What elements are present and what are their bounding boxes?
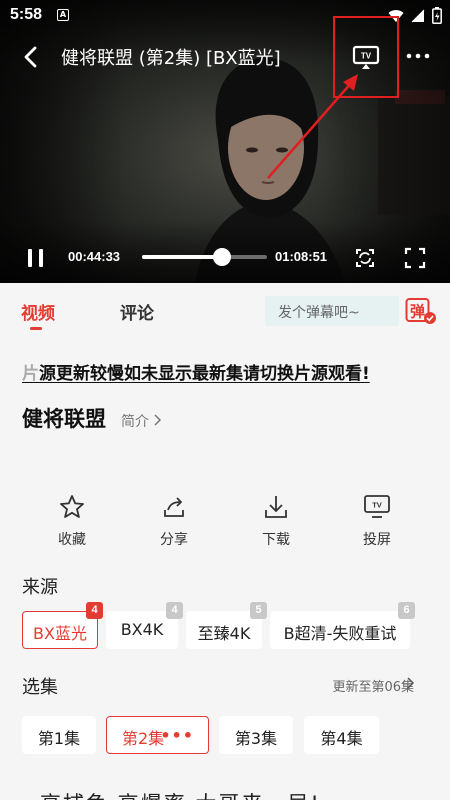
source-chip[interactable]: BX蓝光 4 bbox=[22, 602, 103, 649]
seek-thumb[interactable] bbox=[213, 248, 231, 266]
player-controls: 00:44:33 01:08:51 bbox=[0, 238, 450, 278]
download-label: 下载 bbox=[262, 532, 290, 548]
download-icon bbox=[265, 496, 287, 518]
danmu-button-label: 弹 bbox=[410, 303, 425, 321]
share-button[interactable]: 分享 bbox=[134, 493, 214, 549]
download-button[interactable]: 下载 bbox=[236, 493, 316, 549]
notice-marquee: 片源更新较慢如未显示最新集请切换片源观看! bbox=[22, 359, 392, 384]
source-chip[interactable]: BX4K 4 bbox=[106, 602, 183, 649]
source-chip[interactable]: B超清-失败重试 6 bbox=[270, 602, 415, 649]
source-badge: 4 bbox=[166, 602, 183, 619]
current-time: 00:44:33 bbox=[68, 249, 121, 264]
video-title: 健将联盟 (第2集) [BX蓝光] bbox=[61, 48, 281, 69]
action-row: 收藏 分享 下载 TV 投屏 bbox=[0, 493, 450, 553]
update-info[interactable]: 更新至第06集 bbox=[332, 676, 414, 695]
tab-bar: 视频 评论 发个弹幕吧~ 弹 bbox=[0, 283, 450, 339]
annotation-highlight-box bbox=[333, 16, 399, 98]
danmu-toggle-icon[interactable]: 弹 bbox=[405, 297, 437, 325]
cast-label: 投屏 bbox=[363, 532, 391, 548]
seek-progress bbox=[142, 255, 222, 259]
favorite-label: 收藏 bbox=[58, 532, 86, 548]
video-player[interactable]: 5:58 A 健将联盟 (第2集) [BX蓝光] TV 00:44:33 01:… bbox=[0, 0, 450, 283]
notice-text: 源更新较慢如未显示最新集请切换片源观看! bbox=[39, 364, 370, 384]
cast-button[interactable]: TV 投屏 bbox=[337, 493, 417, 549]
notice-first-char: 片 bbox=[22, 364, 39, 384]
episode-label: 第1集 bbox=[37, 729, 81, 748]
duration: 01:08:51 bbox=[275, 249, 328, 264]
tab-video[interactable]: 视频 bbox=[21, 299, 55, 324]
rotate-screen-icon[interactable] bbox=[352, 245, 378, 271]
episode-label: 第4集 bbox=[320, 729, 363, 748]
clock: 5:58 bbox=[10, 6, 43, 23]
share-label: 分享 bbox=[160, 532, 188, 548]
source-badge: 5 bbox=[250, 602, 267, 619]
ad-banner-text[interactable]: 高捕鱼 高爆率 大哥来一局! bbox=[40, 788, 321, 800]
danmu-input[interactable]: 发个弹幕吧~ bbox=[265, 296, 399, 326]
episode-label: 第3集 bbox=[234, 729, 278, 748]
source-label: BX蓝光 bbox=[33, 624, 87, 643]
episode-chip[interactable]: 第2集 ••• bbox=[106, 716, 209, 754]
more-icon[interactable] bbox=[404, 44, 432, 68]
tv-icon-label: TV bbox=[372, 501, 382, 510]
source-badge: 6 bbox=[398, 602, 415, 619]
pause-icon[interactable] bbox=[24, 246, 48, 270]
chevron-right-icon bbox=[154, 414, 162, 426]
battery-icon bbox=[432, 7, 442, 24]
tv-icon: TV bbox=[364, 495, 390, 518]
share-icon bbox=[164, 497, 184, 517]
tab-comments[interactable]: 评论 bbox=[120, 299, 154, 324]
notification-icon: A bbox=[57, 9, 69, 21]
signal-icon bbox=[411, 9, 425, 22]
back-icon[interactable] bbox=[16, 42, 46, 72]
seek-bar[interactable] bbox=[142, 248, 267, 266]
star-icon bbox=[60, 495, 84, 518]
source-label: 至臻4K bbox=[197, 624, 251, 643]
source-chip[interactable]: 至臻4K 5 bbox=[186, 602, 267, 649]
show-title: 健将联盟 bbox=[22, 407, 106, 431]
episode-chip[interactable]: 第3集 bbox=[219, 716, 293, 754]
favorite-button[interactable]: 收藏 bbox=[32, 493, 112, 549]
intro-label: 简介 bbox=[121, 414, 149, 430]
source-label: B超清-失败重试 bbox=[283, 624, 397, 643]
episode-label: 第2集 bbox=[122, 729, 165, 748]
intro-link[interactable]: 简介 bbox=[121, 411, 163, 431]
sources-heading: 来源 bbox=[22, 577, 58, 598]
tab-active-indicator bbox=[30, 327, 42, 330]
chevron-right-icon[interactable] bbox=[406, 676, 416, 690]
source-label: BX4K bbox=[120, 620, 164, 639]
episode-chip[interactable]: 第1集 bbox=[22, 716, 96, 754]
episode-chip[interactable]: 第4集 bbox=[304, 716, 379, 754]
source-badge: 4 bbox=[86, 602, 103, 619]
fullscreen-icon[interactable] bbox=[403, 246, 427, 270]
playing-indicator: ••• bbox=[160, 726, 194, 745]
detail-panel: 视频 评论 发个弹幕吧~ 弹 片源更新较慢如未显示最新集请切换片源观看! 健将联… bbox=[0, 283, 450, 800]
episodes-heading: 选集 bbox=[22, 677, 58, 698]
